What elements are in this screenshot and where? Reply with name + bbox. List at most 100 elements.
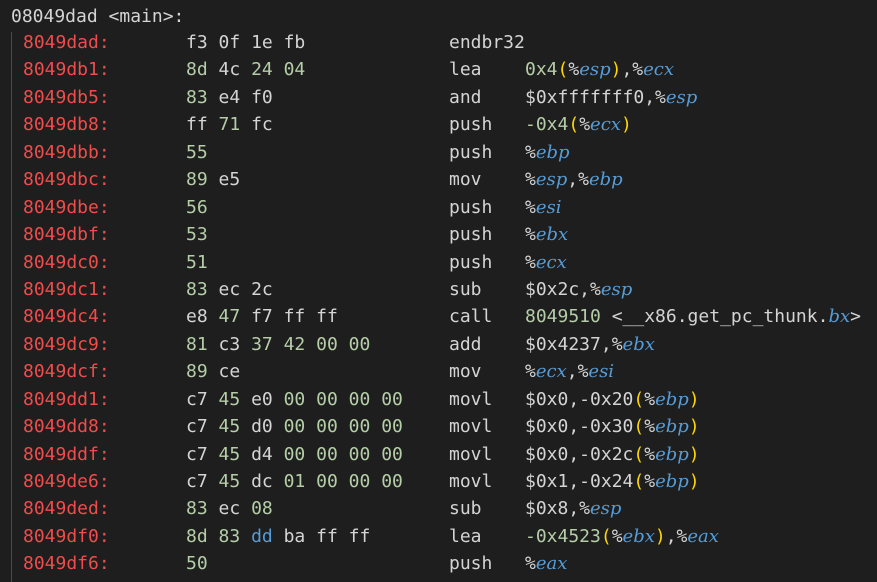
- operand-token: ,%: [665, 525, 688, 547]
- operand-token: ): [688, 416, 700, 438]
- instruction-address: 8049ded:: [23, 498, 110, 520]
- opcode-byte: 4c: [218, 59, 241, 81]
- instruction-row[interactable]: 8049dbe: 56 push %esi: [0, 194, 877, 221]
- instruction-bytes: c7 45 dc 01 00 00 00: [186, 468, 403, 495]
- operand-token: $0x4237,%: [525, 333, 623, 355]
- register-token: ebp: [655, 416, 689, 438]
- opcode-byte: f0: [251, 86, 273, 108]
- instruction-row[interactable]: 8049df6: 50 push %eax: [0, 550, 877, 577]
- instruction-row[interactable]: 8049df0: 8d 83 dd ba ff ff lea -0x4523(%ebx…: [0, 523, 877, 550]
- instruction-address: 8049dd8:: [23, 416, 110, 438]
- operand-token: %: [525, 251, 536, 273]
- register-token: ecx: [590, 114, 621, 136]
- opcode-byte: 00: [283, 443, 306, 465]
- instruction-row[interactable]: 8049dc4: e8 47 f7 ff ff call 8049510 <__x86…: [0, 303, 877, 330]
- opcode-byte: 83: [186, 498, 208, 520]
- operand-token: ): [688, 471, 700, 492]
- register-token: ecx: [535, 361, 567, 383]
- instruction-operands: %esi: [525, 194, 562, 221]
- operand-token: (: [633, 416, 645, 438]
- instruction-operands: $0x1,-0x24(%ebp): [525, 468, 700, 495]
- instruction-row[interactable]: 8049dc1: 83 ec 2c sub $0x2c,%esp: [0, 276, 877, 303]
- instruction-bytes: 83 ec 2c: [186, 276, 273, 303]
- register-token: esp: [590, 498, 622, 520]
- opcode-byte: 2c: [251, 278, 273, 300]
- opcode-byte: fc: [251, 114, 273, 136]
- operand-token: $0xfffffff0,%: [525, 86, 666, 108]
- instruction-row[interactable]: 8049db8: ff 71 fc push -0x4(%ecx): [0, 111, 877, 138]
- instruction-row[interactable]: 8049dad: f3 0f 1e fb endbr32: [0, 29, 877, 56]
- opcode-byte: d4: [251, 443, 273, 465]
- operand-token: %: [644, 471, 656, 492]
- instruction-row[interactable]: 8049db5: 83 e4 f0 and $0xfffffff0,%esp: [0, 84, 877, 111]
- operand-token: $0x0,-0x20: [525, 388, 634, 410]
- register-token: esi: [588, 361, 615, 383]
- opcode-byte: 47: [218, 306, 241, 328]
- instruction-row[interactable]: 8049ddf: c7 45 d4 00 00 00 00 movl $0x0,-0x…: [0, 441, 877, 468]
- instruction-operands: -0x4523(%ebx),%eax: [525, 523, 719, 550]
- operand-token: %: [579, 114, 591, 136]
- instruction-mnemonic: lea: [449, 59, 482, 81]
- opcode-byte: 81: [186, 333, 208, 355]
- instruction-address: 8049df0:: [23, 525, 110, 547]
- opcode-byte: f7: [251, 306, 273, 328]
- operand-token: ,%: [566, 361, 589, 383]
- instruction-row[interactable]: 8049dd8: c7 45 d0 00 00 00 00 movl $0x0,-0x…: [0, 413, 877, 440]
- instruction-row[interactable]: 8049de6: c7 45 dc 01 00 00 00 movl $0x1,-0x…: [0, 468, 877, 495]
- opcode-byte: dc: [251, 471, 273, 492]
- register-token: ebx: [622, 525, 655, 547]
- instruction-listing: 8049dad: f3 0f 1e fb endbr32 8049db1: 8d 4c …: [0, 29, 877, 578]
- operand-token: %: [525, 361, 536, 383]
- opcode-byte: ce: [218, 361, 241, 383]
- operand-token: >: [850, 306, 861, 328]
- opcode-byte: 8d: [186, 525, 208, 547]
- instruction-address: 8049df6:: [23, 553, 110, 575]
- instruction-operands: %eax: [525, 550, 567, 577]
- register-token: esi: [535, 196, 562, 218]
- instruction-address: 8049dad:: [23, 32, 110, 53]
- opcode-byte: 8d: [186, 59, 208, 81]
- instruction-row[interactable]: 8049dc9: 81 c3 37 42 00 00 add $0x4237,%ebx: [0, 331, 877, 358]
- opcode-byte: e8: [186, 306, 208, 328]
- operand-token: (: [557, 59, 569, 81]
- instruction-row[interactable]: 8049db1: 8d 4c 24 04 lea 0x4(%esp),%ecx: [0, 56, 877, 83]
- instruction-address: 8049dbb:: [23, 141, 110, 163]
- operand-token: %: [568, 59, 580, 81]
- opcode-byte: 56: [186, 196, 208, 218]
- operand-token: %: [525, 141, 536, 163]
- opcode-byte: ff: [186, 114, 208, 136]
- instruction-address: 8049db8:: [23, 114, 110, 136]
- operand-token: <__x86.get_pc_thunk.: [600, 306, 829, 328]
- instruction-bytes: 53: [186, 221, 208, 248]
- instruction-operands: 0x4(%esp),%ecx: [525, 56, 674, 83]
- instruction-row[interactable]: 8049dbc: 89 e5 mov %esp,%ebp: [0, 166, 877, 193]
- opcode-byte: 45: [218, 443, 241, 465]
- opcode-byte: 00: [316, 471, 338, 492]
- instruction-operands: $0x4237,%ebx: [525, 331, 655, 358]
- instruction-operands: 8049510 <__x86.get_pc_thunk.bx>: [525, 303, 861, 330]
- instruction-mnemonic: push: [449, 553, 493, 575]
- instruction-bytes: c7 45 d4 00 00 00 00: [186, 441, 403, 468]
- instruction-row[interactable]: 8049dd1: c7 45 e0 00 00 00 00 movl $0x0,-0x…: [0, 386, 877, 413]
- opcode-byte: 50: [186, 553, 208, 575]
- instruction-address: 8049dbe:: [23, 196, 110, 218]
- opcode-byte: 00: [283, 388, 306, 410]
- opcode-byte: c7: [186, 388, 208, 410]
- instruction-address: 8049dd1:: [23, 388, 110, 410]
- opcode-byte: fb: [283, 32, 306, 53]
- instruction-row[interactable]: 8049dbf: 53 push %ebx: [0, 221, 877, 248]
- register-token: esp: [579, 59, 611, 81]
- opcode-byte: 53: [186, 224, 208, 246]
- register-token: bx: [828, 306, 851, 328]
- instruction-address: 8049dbc:: [23, 169, 110, 191]
- instruction-mnemonic: push: [449, 251, 493, 273]
- instruction-row[interactable]: 8049dbb: 55 push %ebp: [0, 139, 877, 166]
- instruction-row[interactable]: 8049dcf: 89 ce mov %ecx,%esi: [0, 358, 877, 385]
- instruction-bytes: 56: [186, 194, 208, 221]
- opcode-byte: 00: [283, 416, 306, 438]
- instruction-row[interactable]: 8049ded: 83 ec 08 sub $0x8,%esp: [0, 495, 877, 522]
- instruction-row[interactable]: 8049dc0: 51 push %ecx: [0, 249, 877, 276]
- operand-token: %: [644, 416, 656, 438]
- instruction-operands: %ebx: [525, 221, 568, 248]
- instruction-mnemonic: mov: [449, 361, 482, 383]
